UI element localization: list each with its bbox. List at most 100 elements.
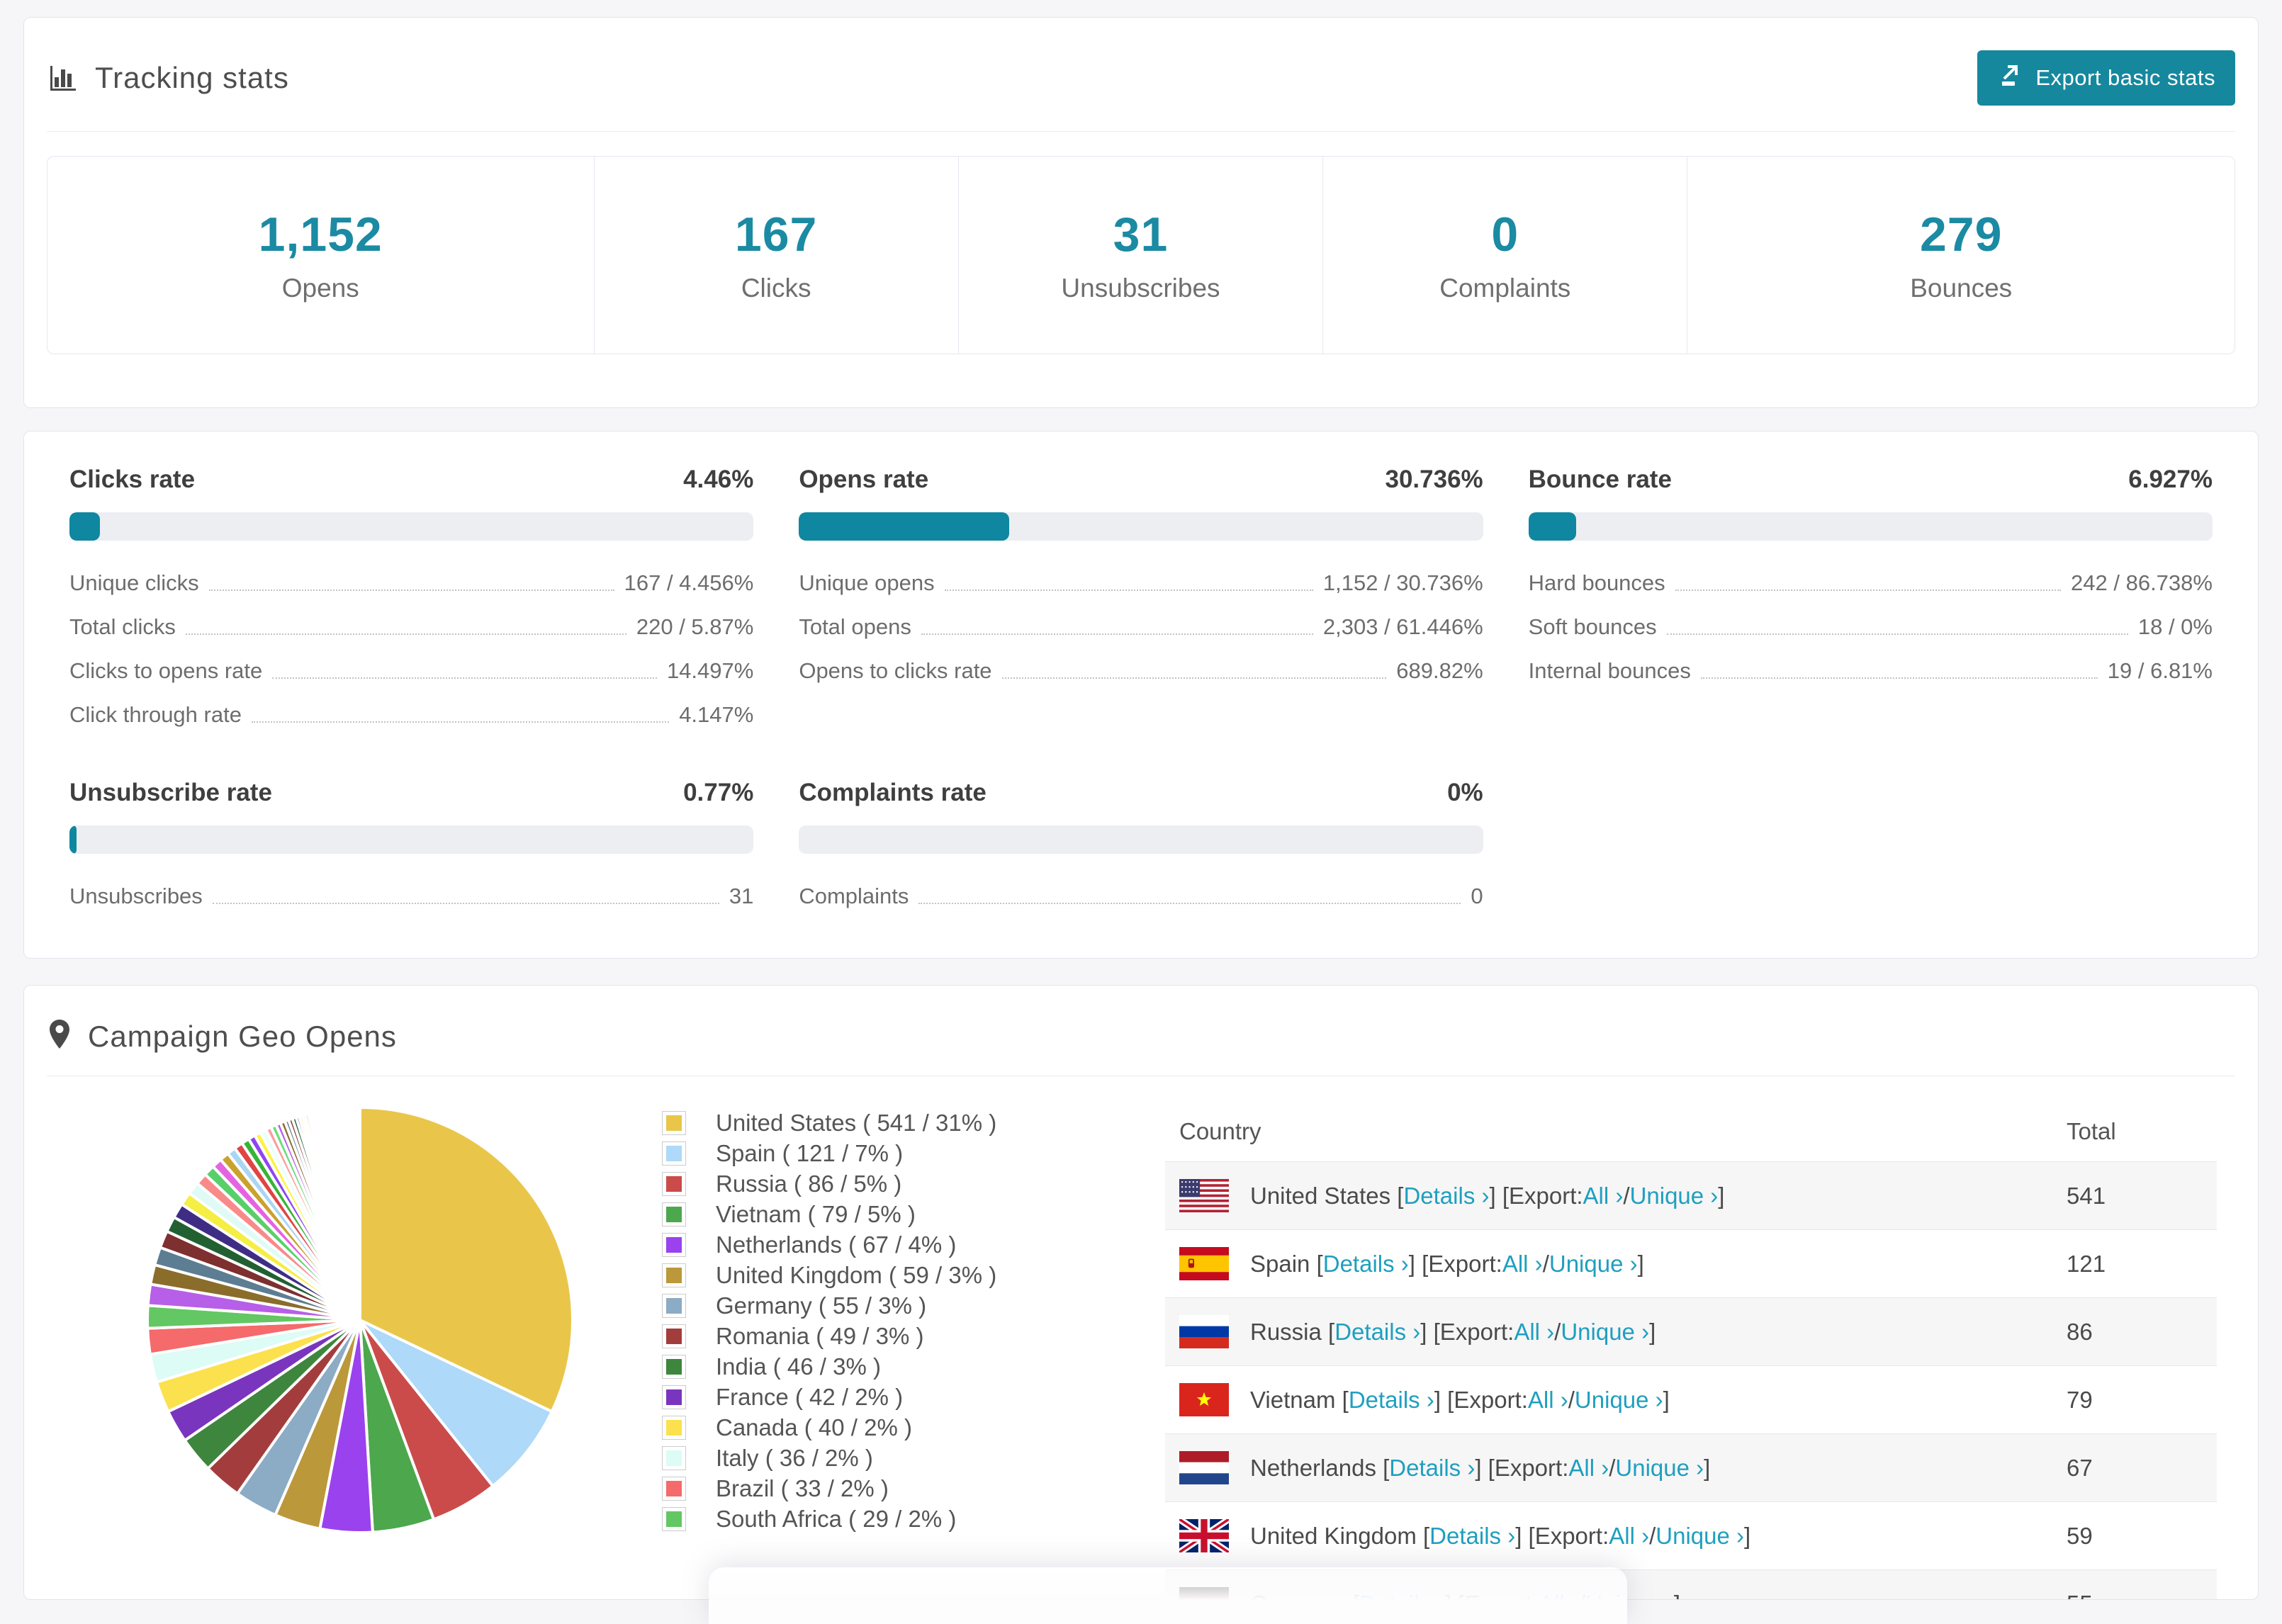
legend-swatch [662,1171,686,1196]
legend-swatch [662,1385,686,1409]
metric-value: 689.82% [1396,658,1483,683]
metric-value: 2,303 / 61.446% [1322,614,1483,639]
stat-value: 279 [1919,208,2003,261]
progress-bar-fill [69,512,101,541]
export-unique-link[interactable]: Unique › [1575,1387,1663,1414]
export-unique-link[interactable]: Unique › [1630,1183,1719,1209]
rate-block-complaints-rate: Complaints rate 0% Complaints 0 [799,779,1483,909]
export-all-link[interactable]: All › [1528,1387,1568,1414]
export-unique-link[interactable]: Unique › [1656,1523,1744,1550]
metric-label: Complaints [799,884,909,908]
export-unique-link[interactable]: Unique › [1561,1319,1649,1346]
progress-bar [69,825,754,854]
geo-table: Country Total United States [Details ›] … [1165,1102,2217,1599]
metric-value: 167 / 4.456% [624,570,754,595]
details-link[interactable]: Details › [1334,1319,1420,1346]
rate-value: 0% [1447,779,1483,806]
dotted-leader [1700,672,2098,679]
legend-item: Vietnam ( 79 / 5% ) [662,1199,1165,1229]
export-all-link[interactable]: All › [1583,1183,1624,1209]
country-name: Netherlands [1250,1454,1383,1481]
legend-label: Brazil ( 33 / 2% ) [716,1474,889,1501]
bar-chart-icon [47,60,79,96]
export-up-right-icon [1997,62,2024,94]
country-name: United States [1250,1182,1398,1209]
metric-row: Opens to clicks rate 689.82% [799,658,1483,684]
details-link[interactable]: Details › [1429,1523,1515,1550]
table-row: Netherlands [Details ›] [Export: All › /… [1165,1433,2217,1501]
legend-label: Canada ( 40 / 2% ) [716,1414,912,1440]
details-link[interactable]: Details › [1349,1387,1434,1414]
metric-value: 14.497% [666,658,754,683]
legend-item: Canada ( 40 / 2% ) [662,1412,1165,1443]
flag-nl-icon [1179,1451,1229,1484]
export-basic-stats-button[interactable]: Export basic stats [1977,50,2235,106]
metric-label: Internal bounces [1528,658,1691,683]
metric-label: Unsubscribes [69,884,203,908]
metric-value: 242 / 86.738% [2071,570,2213,595]
legend-swatch [662,1445,686,1470]
progress-bar-fill [69,825,77,854]
metric-value: 31 [729,884,754,908]
country-name: Russia [1250,1318,1329,1345]
rate-block-bounce-rate: Bounce rate 6.927% Hard bounces 242 / 86.73… [1528,466,2213,728]
metric-row: Total clicks 220 / 5.87% [69,614,753,640]
dotted-leader [944,584,1313,591]
country-total: 121 [2067,1250,2106,1277]
details-link[interactable]: Details › [1403,1183,1489,1209]
country-name: Spain [1250,1250,1317,1277]
dotted-leader [272,672,657,679]
legend-swatch [662,1354,686,1379]
legend-swatch [662,1506,686,1531]
rates-card: Clicks rate 4.46% Unique clicks 167 / 4.456… [23,431,2259,959]
geo-legend: United States ( 541 / 31% ) Spain ( 121 /… [662,1102,1165,1599]
rate-value: 4.46% [683,466,754,493]
geo-title: Campaign Geo Opens [88,1019,397,1053]
dotted-leader [918,897,1461,904]
dotted-leader [1666,628,2128,635]
legend-label: Italy ( 36 / 2% ) [716,1444,873,1471]
metric-row: Unique opens 1,152 / 30.736% [799,570,1483,596]
details-link[interactable]: Details › [1323,1251,1409,1278]
metric-label: Unique opens [799,570,935,595]
legend-item: Russia ( 86 / 5% ) [662,1168,1165,1199]
table-row: Russia [Details ›] [Export: All › / Uniq… [1165,1297,2217,1365]
metric-label: Unique clicks [69,570,199,595]
legend-swatch [662,1202,686,1227]
export-unique-link[interactable]: Unique › [1549,1251,1638,1278]
country-total: 59 [2067,1522,2093,1549]
flag-vn-icon [1179,1383,1229,1416]
country-name: United Kingdom [1250,1522,1423,1549]
legend-item: United Kingdom ( 59 / 3% ) [662,1260,1165,1290]
metric-label: Hard bounces [1528,570,1665,595]
legend-swatch [662,1324,686,1348]
legend-item: Spain ( 121 / 7% ) [662,1138,1165,1168]
progress-bar-fill [799,512,1010,541]
export-all-link[interactable]: All › [1609,1523,1649,1550]
stat-value: 167 [734,208,818,261]
stat-cell-bounces: 279 Bounces [1687,157,2235,354]
details-link[interactable]: Details › [1389,1455,1475,1482]
export-unique-link[interactable]: Unique › [1615,1455,1704,1482]
stat-label: Unsubscribes [1061,274,1220,303]
country-name: Vietnam [1250,1386,1342,1413]
flag-es-icon [1179,1247,1229,1280]
dotted-leader [251,716,670,723]
dotted-leader [921,628,1313,635]
export-all-link[interactable]: All › [1568,1455,1609,1482]
rate-value: 30.736% [1385,466,1483,493]
export-all-link[interactable]: All › [1514,1319,1554,1346]
rate-value: 6.927% [2128,466,2213,493]
legend-item: Romania ( 49 / 3% ) [662,1321,1165,1351]
stat-value: 31 [1113,208,1169,261]
metric-value: 18 / 0% [2137,614,2213,639]
country-total: 541 [2067,1182,2106,1209]
stat-value: 1,152 [258,208,383,261]
rate-title: Clicks rate [69,466,196,493]
table-row: Spain [Details ›] [Export: All › / Uniqu… [1165,1229,2217,1297]
dotted-leader [212,897,719,904]
column-header-country: Country [1179,1118,1261,1144]
legend-label: Netherlands ( 67 / 4% ) [716,1231,957,1258]
dotted-leader [185,628,626,635]
export-all-link[interactable]: All › [1502,1251,1543,1278]
